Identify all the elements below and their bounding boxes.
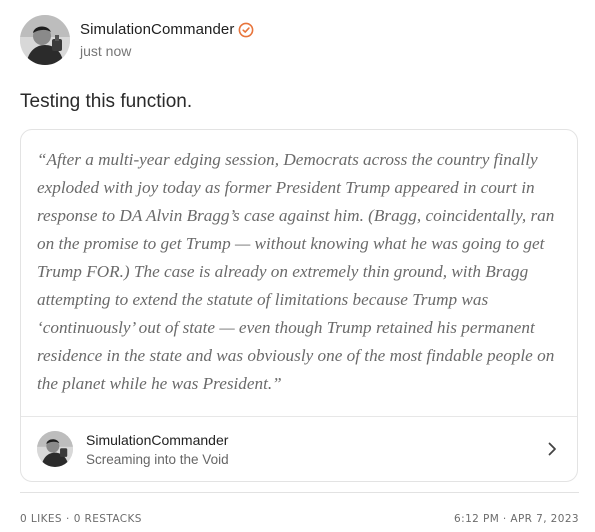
avatar[interactable]	[20, 15, 70, 65]
post-text: Testing this function.	[20, 91, 193, 112]
source-avatar-image	[37, 431, 73, 467]
quote-text: “After a multi-year edging session, Demo…	[37, 150, 555, 393]
quote-source-link[interactable]: SimulationCommander Screaming into the V…	[21, 416, 577, 481]
verified-badge-icon	[238, 22, 254, 38]
avatar-image	[20, 15, 70, 65]
stats-separator: ·	[65, 513, 70, 525]
post-stats: 0 LIKES · 0 RESTACKS	[20, 513, 142, 525]
source-author-name: SimulationCommander	[86, 431, 229, 448]
source-avatar	[37, 431, 73, 467]
author-name[interactable]: SimulationCommander	[80, 21, 234, 38]
source-meta: SimulationCommander Screaming into the V…	[86, 432, 543, 467]
chevron-right-icon[interactable]	[543, 440, 561, 458]
quote-card[interactable]: “After a multi-year edging session, Demo…	[20, 129, 578, 482]
restacks-count[interactable]: 0 RESTACKS	[74, 513, 142, 525]
header-meta: SimulationCommander just now	[80, 21, 254, 59]
post-footer: 0 LIKES · 0 RESTACKS 6:12 PM · APR 7, 20…	[20, 492, 579, 525]
footer-row: 0 LIKES · 0 RESTACKS 6:12 PM · APR 7, 20…	[20, 513, 579, 525]
author-row: SimulationCommander	[80, 21, 254, 38]
post-datetime: 6:12 PM · APR 7, 2023	[454, 513, 579, 525]
note-post: SimulationCommander just now Testing thi…	[20, 14, 580, 482]
source-publication-name: Screaming into the Void	[86, 451, 229, 467]
post-timestamp[interactable]: just now	[80, 43, 254, 59]
post-header: SimulationCommander just now	[20, 14, 580, 66]
likes-count[interactable]: 0 LIKES	[20, 513, 62, 525]
